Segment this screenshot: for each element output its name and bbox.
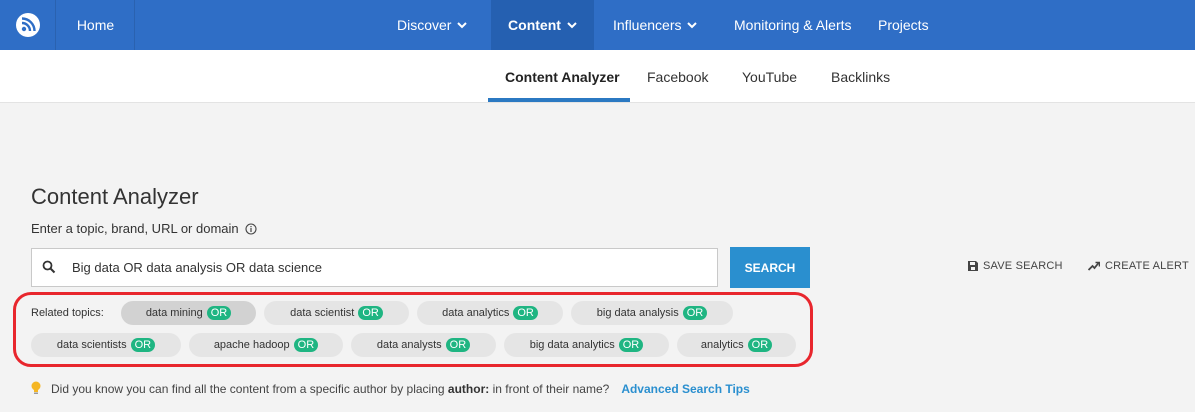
related-topic-chip[interactable]: analytics OR (677, 333, 796, 357)
related-topic-chip[interactable]: big data analytics OR (504, 333, 669, 357)
logo[interactable] (0, 0, 56, 50)
advanced-search-tips-link[interactable]: Advanced Search Tips (621, 382, 750, 396)
or-badge[interactable]: OR (206, 306, 232, 320)
or-badge[interactable]: OR (130, 338, 156, 352)
related-topic-chip[interactable]: data scientist OR (264, 301, 409, 325)
tab-youtube[interactable]: YouTube (742, 50, 797, 103)
tab-facebook[interactable]: Facebook (647, 50, 708, 103)
or-badge[interactable]: OR (445, 338, 471, 352)
related-topic-chip[interactable]: apache hadoop OR (189, 333, 343, 357)
tip-author-keyword: author: (447, 381, 490, 396)
tab-backlinks[interactable]: Backlinks (831, 50, 890, 103)
rss-logo-icon (15, 13, 40, 37)
related-topics-label: Related topics: (31, 307, 104, 319)
search-input[interactable] (72, 249, 712, 286)
nav-discover[interactable]: Discover (397, 0, 468, 50)
nav-monitoring-alerts[interactable]: Monitoring & Alerts (734, 0, 852, 50)
lightbulb-icon (31, 381, 41, 394)
create-alert-button[interactable]: CREATE ALERT (1088, 260, 1189, 272)
nav-home[interactable]: Home (57, 0, 135, 50)
top-nav: Home Discover Content Influencers Monito… (0, 0, 1195, 50)
related-topic-chip[interactable]: data analysts OR (351, 333, 496, 357)
search-box (31, 248, 718, 287)
or-badge[interactable]: OR (513, 306, 538, 320)
tab-content-analyzer[interactable]: Content Analyzer (505, 50, 620, 103)
tip-text: Did you know you can find all the conten… (51, 381, 610, 396)
nav-influencers[interactable]: Influencers (613, 0, 698, 50)
info-icon[interactable] (245, 223, 257, 235)
or-badge[interactable]: OR (747, 338, 773, 352)
nav-projects[interactable]: Projects (878, 0, 929, 50)
search-instructions: Enter a topic, brand, URL or domain (31, 221, 257, 236)
nav-content[interactable]: Content (491, 0, 594, 50)
sub-nav: Content Analyzer Facebook YouTube Backli… (0, 50, 1195, 103)
search-button[interactable]: SEARCH (730, 247, 810, 288)
chevron-down-icon (457, 21, 468, 28)
save-search-button[interactable]: SAVE SEARCH (968, 260, 1063, 272)
search-icon (42, 260, 56, 274)
search-tip: Did you know you can find all the conten… (31, 381, 750, 396)
trending-up-icon (1088, 261, 1100, 271)
or-badge[interactable]: OR (293, 338, 319, 352)
related-topic-chip[interactable]: data mining OR (121, 301, 256, 325)
active-tab-indicator (488, 98, 630, 102)
chevron-down-icon (687, 21, 698, 28)
or-badge[interactable]: OR (618, 338, 644, 352)
related-topic-chip[interactable]: data analytics OR (417, 301, 563, 325)
page-title: Content Analyzer (31, 184, 199, 209)
chevron-down-icon (567, 21, 577, 28)
save-icon (968, 261, 978, 271)
or-badge[interactable]: OR (682, 306, 708, 320)
or-badge[interactable]: OR (358, 306, 383, 320)
related-topic-chip[interactable]: big data analysis OR (571, 301, 733, 325)
related-topic-chip[interactable]: data scientists OR (31, 333, 181, 357)
